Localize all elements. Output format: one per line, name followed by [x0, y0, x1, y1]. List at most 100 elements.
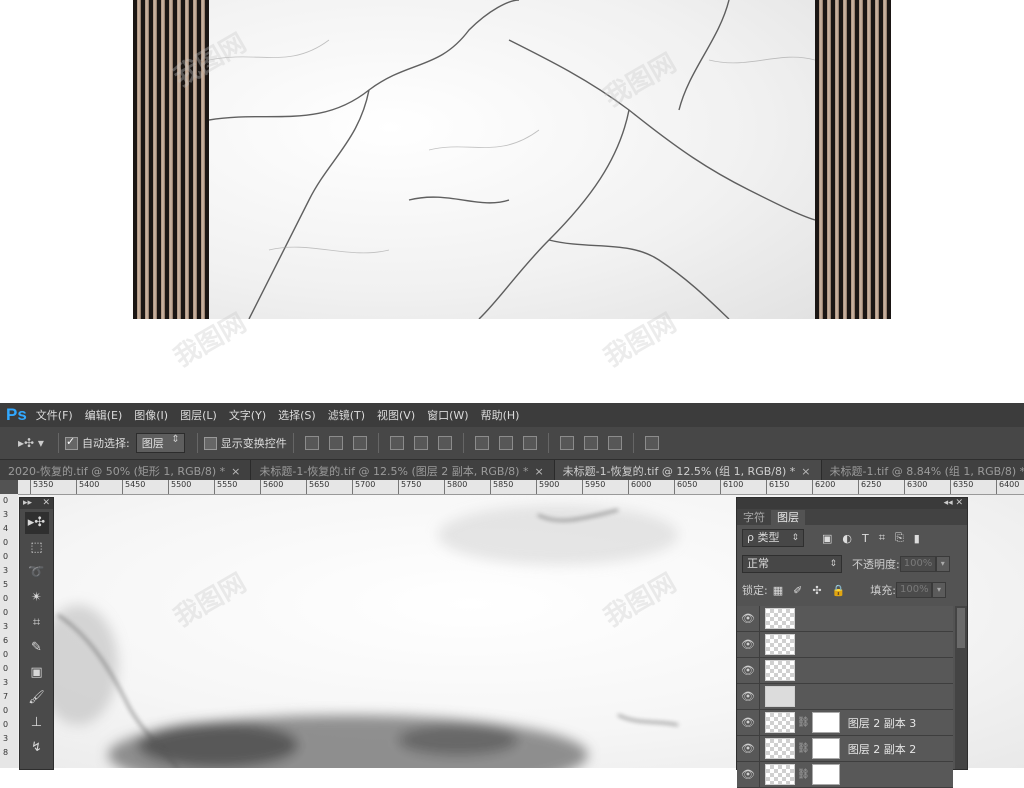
lock-transparent-icon[interactable]: ▦: [773, 584, 783, 597]
link-chain-icon[interactable]: ⛓: [797, 717, 810, 728]
menu-view[interactable]: 视图(V): [377, 407, 415, 423]
align-hcenter-icon[interactable]: [414, 436, 428, 450]
lasso-tool-icon[interactable]: ➰: [25, 562, 49, 584]
smart-object-filter-icon[interactable]: ⎘: [895, 531, 904, 545]
magic-wand-icon[interactable]: ✴: [25, 587, 49, 609]
stamp-tool-icon[interactable]: ⊥: [25, 712, 49, 734]
ruler-tick-label: 3: [3, 566, 8, 575]
crop-tool-icon[interactable]: ⌗: [25, 612, 49, 634]
close-icon[interactable]: ✕: [42, 498, 50, 509]
menu-select[interactable]: 选择(S): [278, 407, 316, 423]
text-filter-icon[interactable]: T: [862, 532, 869, 545]
history-brush-icon[interactable]: ↯: [25, 737, 49, 759]
move-tool-icon[interactable]: ▸✣: [25, 512, 49, 534]
filter-toggle-icon[interactable]: ▮: [914, 532, 920, 545]
layer-row[interactable]: 👁: [737, 606, 953, 632]
ruler-tick-label: 0: [3, 538, 8, 547]
fill-dropdown[interactable]: ▾: [932, 582, 946, 598]
menu-filter[interactable]: 滤镜(T): [328, 407, 365, 423]
layer-row[interactable]: 👁: [737, 658, 953, 684]
tab-layers[interactable]: 图层: [771, 510, 805, 525]
blend-mode-select[interactable]: 正常: [742, 555, 842, 573]
visibility-eye-icon[interactable]: 👁: [737, 664, 759, 677]
align-vcenter-icon[interactable]: [329, 436, 343, 450]
align-bottom-icon[interactable]: [353, 436, 367, 450]
healing-brush-icon[interactable]: ▣: [25, 662, 49, 684]
image-filter-icon[interactable]: ▣: [822, 532, 832, 545]
close-icon[interactable]: ×: [534, 465, 543, 478]
scrollbar-thumb[interactable]: [957, 608, 965, 648]
vertical-ruler[interactable]: 0340035003600370038: [0, 494, 19, 768]
align-left-icon[interactable]: [390, 436, 404, 450]
distribute-left-icon[interactable]: [560, 436, 574, 450]
visibility-eye-icon[interactable]: 👁: [737, 638, 759, 651]
marquee-tool-icon[interactable]: ⬚: [25, 537, 49, 559]
opacity-dropdown[interactable]: ▾: [936, 556, 950, 572]
opacity-label: 不透明度:: [852, 556, 900, 572]
distribute-right-icon[interactable]: [608, 436, 622, 450]
layer-row[interactable]: 👁: [737, 684, 953, 710]
show-transform-checkbox[interactable]: [204, 437, 217, 450]
visibility-eye-icon[interactable]: 👁: [737, 768, 759, 781]
divider: [378, 433, 379, 453]
align-right-icon[interactable]: [438, 436, 452, 450]
lock-all-icon[interactable]: 🔒: [832, 584, 846, 597]
auto-align-icon[interactable]: [645, 436, 659, 450]
align-top-icon[interactable]: [305, 436, 319, 450]
document-tab[interactable]: 2020-恢复的.tif @ 50% (矩形 1, RGB/8) *×: [0, 460, 251, 480]
panel-header[interactable]: ◂◂ ✕: [737, 498, 967, 509]
layer-row[interactable]: 👁: [737, 632, 953, 658]
menu-window[interactable]: 窗口(W): [427, 407, 468, 423]
eyedropper-icon[interactable]: ✎: [25, 637, 49, 659]
distribute-vcenter-icon[interactable]: [499, 436, 513, 450]
visibility-eye-icon[interactable]: 👁: [737, 716, 759, 729]
document-tab-active[interactable]: 未标题-1-恢复的.tif @ 12.5% (组 1, RGB/8) *×: [555, 460, 822, 480]
lock-position-icon[interactable]: ✣: [812, 584, 821, 597]
ruler-tick-label: 5700: [352, 480, 375, 494]
link-chain-icon[interactable]: ⛓: [797, 743, 810, 754]
menu-help[interactable]: 帮助(H): [481, 407, 520, 423]
layer-mask-thumbnail[interactable]: [812, 764, 840, 785]
layer-name: 图层 2 副本 3: [848, 715, 917, 731]
ruler-tick-label: 5450: [122, 480, 145, 494]
menu-layer[interactable]: 图层(L): [180, 407, 217, 423]
lock-paint-icon[interactable]: ✐: [793, 584, 802, 597]
layer-filter-select[interactable]: ρ 类型: [742, 529, 804, 547]
distribute-bottom-icon[interactable]: [523, 436, 537, 450]
distribute-hcenter-icon[interactable]: [584, 436, 598, 450]
close-icon[interactable]: ×: [801, 465, 810, 478]
visibility-eye-icon[interactable]: 👁: [737, 742, 759, 755]
ruler-tick-label: 0: [3, 706, 8, 715]
layers-scrollbar[interactable]: [955, 606, 967, 769]
fill-field[interactable]: 100%: [896, 582, 932, 598]
ruler-tick-label: 3: [3, 510, 8, 519]
layer-mask-thumbnail[interactable]: [812, 712, 840, 733]
layer-row[interactable]: 👁 ⛓ 图层 2 副本 3: [737, 710, 953, 736]
link-chain-icon[interactable]: ⛓: [797, 769, 810, 780]
tools-panel: ▸▸ ✕ ▸✣ ⬚ ➰ ✴ ⌗ ✎ ▣ 🖌 ⊥ ↯: [19, 497, 54, 770]
brush-tool-icon[interactable]: 🖌: [25, 687, 49, 709]
adjustment-filter-icon[interactable]: ◐: [842, 532, 852, 545]
shape-filter-icon[interactable]: ⌗: [879, 531, 885, 545]
ruler-tick-label: 5: [3, 580, 8, 589]
horizontal-ruler[interactable]: 5350540054505500555056005650570057505800…: [18, 480, 1024, 495]
visibility-eye-icon[interactable]: 👁: [737, 690, 759, 703]
tab-character[interactable]: 字符: [737, 510, 771, 525]
opacity-field[interactable]: 100%: [900, 556, 936, 572]
close-icon[interactable]: ×: [231, 465, 240, 478]
layer-row[interactable]: 👁 ⛓: [737, 762, 953, 788]
auto-select-dropdown[interactable]: 图层: [136, 433, 185, 453]
menu-image[interactable]: 图像(I): [134, 407, 168, 423]
layer-mask-thumbnail[interactable]: [812, 738, 840, 759]
document-tab[interactable]: 未标题-1.tif @ 8.84% (组 1, RGB/8) *×: [822, 460, 1024, 480]
document-tab[interactable]: 未标题-1-恢复的.tif @ 12.5% (图层 2 副本, RGB/8) *…: [251, 460, 554, 480]
collapse-icon[interactable]: ▸▸: [23, 498, 32, 509]
menu-file[interactable]: 文件(F): [36, 407, 73, 423]
menu-edit[interactable]: 编辑(E): [85, 407, 123, 423]
menu-type[interactable]: 文字(Y): [229, 407, 266, 423]
visibility-eye-icon[interactable]: 👁: [737, 612, 759, 625]
auto-select-checkbox[interactable]: [65, 437, 78, 450]
layer-row[interactable]: 👁 ⛓ 图层 2 副本 2: [737, 736, 953, 762]
distribute-top-icon[interactable]: [475, 436, 489, 450]
move-tool-icon[interactable]: ▸✣ ▾: [18, 436, 52, 450]
